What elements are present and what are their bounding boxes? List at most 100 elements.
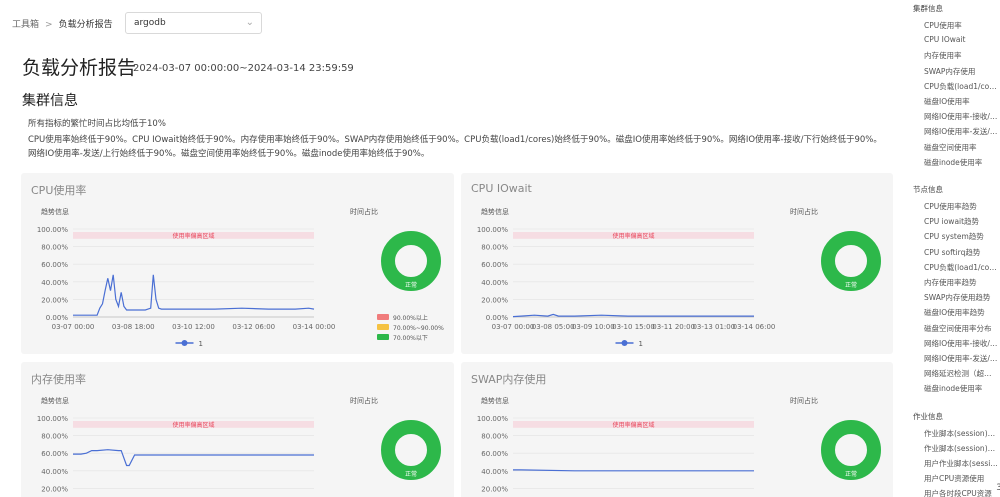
y-tick-label: 60.00%	[41, 261, 68, 269]
y-tick-label: 80.00%	[481, 433, 508, 441]
donut-label: 正常	[845, 281, 857, 289]
y-tick-label: 100.00%	[37, 226, 68, 234]
sidebar-item[interactable]: 磁盘空间使用率分布	[924, 323, 998, 334]
sidebar-item[interactable]: 内存使用率趋势	[924, 277, 998, 288]
series-line	[512, 313, 754, 318]
breadcrumb: 工具箱 > 负载分析报告	[12, 17, 113, 30]
cluster-select[interactable]: argodb ⌄	[125, 12, 262, 34]
sidebar-item[interactable]: CPU system趋势	[924, 231, 998, 242]
sidebar-item[interactable]: 磁盘空间使用率	[924, 142, 998, 153]
sidebar-item[interactable]: 网络延迟检测（超时）	[924, 368, 998, 379]
sidebar-item[interactable]: 内存使用率	[924, 50, 998, 61]
band-label: 使用率偏高区域	[172, 232, 214, 240]
cluster-select-value: argodb	[134, 18, 166, 28]
sidebar-item[interactable]: 用户各时段CPU资源	[924, 488, 998, 497]
sidebar-item[interactable]: CPU softirq趋势	[924, 247, 998, 258]
x-tick-label: 03-07 00:00	[492, 323, 535, 331]
chart-svg: 趋势信息 时间占比 20.00% 40.00% 60.00% 80.00% 100.00% 使…	[37, 396, 441, 493]
cluster-section-title: 集群信息	[22, 93, 78, 109]
y-tick-label: 40.00%	[41, 468, 68, 476]
series-line	[73, 274, 315, 316]
pie-legend-swatch	[377, 314, 389, 320]
x-tick-label: 03-10 15:00	[612, 323, 655, 331]
y-tick-label: 80.00%	[41, 433, 68, 441]
pie-legend-label: 90.00%以上	[393, 314, 428, 322]
chart-card-memory-usage: 内存使用率 趋势信息 时间占比 20.00% 40.00% 60.00% 80.00% 10…	[21, 362, 454, 497]
breadcrumb-current: 负载分析报告	[58, 20, 113, 30]
donut-label: 正常	[405, 281, 417, 289]
y-tick-label: 20.00%	[41, 485, 68, 493]
sidebar-item[interactable]: 作业脚本(session)分布	[924, 443, 998, 454]
donut-label: 正常	[405, 470, 417, 478]
sidebar-item[interactable]: CPU使用率趋势	[924, 201, 998, 212]
y-tick-label: 20.00%	[481, 296, 508, 304]
chart-card-cpu-usage: CPU使用率 趋势信息 时间占比 0.00% 20.00% 40.00% 60.00% 80…	[21, 173, 454, 354]
sidebar-group-title: 节点信息	[913, 185, 943, 194]
sidebar-item[interactable]: CPU负载(load1/cores)	[924, 262, 998, 273]
trend-label: 趋势信息	[481, 207, 509, 216]
pie-slice	[381, 420, 441, 480]
sidebar-item[interactable]: CPU负载(load1/cores)	[924, 81, 998, 92]
series-line	[73, 449, 314, 467]
pie-legend-swatch	[377, 324, 389, 330]
y-tick-label: 100.00%	[477, 415, 508, 423]
sidebar-item[interactable]: 磁盘inode使用率	[924, 383, 998, 394]
sidebar-item[interactable]: 用户作业脚本(session)	[924, 458, 998, 469]
sidebar-item[interactable]: 网络IO使用率-接收/下行	[924, 111, 998, 122]
x-tick-label: 03-11 20:00	[652, 323, 695, 331]
sidebar-item[interactable]: SWAP内存使用	[924, 66, 998, 77]
report-time-range: 2024-03-07 00:00:00~2024-03-14 23:59:59	[133, 63, 354, 74]
trend-label: 趋势信息	[41, 207, 69, 216]
series-line	[513, 469, 754, 472]
breadcrumb-root[interactable]: 工具箱	[12, 20, 39, 30]
y-tick-label: 60.00%	[41, 450, 68, 458]
main-content: 工具箱 > 负载分析报告 argodb ⌄ 负载分析报告 2024-03-07 00…	[0, 0, 905, 497]
y-tick-label: 0.00%	[486, 314, 509, 322]
breadcrumb-separator: >	[45, 20, 53, 30]
pie-legend-label: 70.00%~90.00%	[393, 325, 444, 332]
pie-slice	[821, 420, 881, 480]
sidebar-item[interactable]: 作业脚本(session)分布	[924, 428, 998, 439]
sidebar-item[interactable]: SWAP内存使用趋势	[924, 292, 998, 303]
sidebar-item[interactable]: CPU使用率	[924, 20, 998, 31]
pie-slice	[821, 231, 881, 291]
legend-marker	[621, 340, 628, 346]
x-tick-label: 03-13 01:00	[692, 323, 735, 331]
page-title: 负载分析报告	[22, 57, 137, 79]
x-tick-label: 03-08 05:00	[532, 323, 575, 331]
sidebar-group-title: 作业信息	[913, 411, 943, 421]
chart-svg: 趋势信息 时间占比 0.00% 20.00% 40.00% 60.00% 80.00% 100…	[37, 207, 444, 348]
chart-svg: 趋势信息 时间占比 20.00% 40.00% 60.00% 80.00% 100.00% 使…	[477, 396, 881, 493]
sidebar-item[interactable]: 网络IO使用率-发送/上行	[924, 126, 998, 137]
band-label: 使用率偏高区域	[612, 232, 654, 240]
band-label: 使用率偏高区域	[172, 421, 214, 429]
sidebar-item[interactable]: 磁盘IO使用率	[924, 96, 998, 107]
x-tick-label: 03-14 06:00	[733, 323, 776, 331]
sidebar-item[interactable]: 用户CPU资源使用	[924, 473, 998, 484]
time-share-label: 时间占比	[350, 207, 378, 216]
cluster-detail: CPU使用率始终低于90%。CPU IOwait始终低于90%。内存使用率始终低…	[28, 135, 882, 159]
y-tick-label: 100.00%	[477, 226, 508, 234]
sidebar-item[interactable]: 磁盘IO使用率趋势	[924, 307, 998, 318]
x-tick-label: 03-09 10:00	[572, 323, 615, 331]
x-tick-label: 03-12 06:00	[232, 323, 275, 331]
chart-card-swap-usage: SWAP内存使用 趋势信息 时间占比 20.00% 40.00% 60.00% 80.00…	[461, 362, 893, 497]
cluster-summary: 所有指标的繁忙时间占比均低于10%	[28, 119, 166, 129]
chart-card-cpu-iowait: CPU IOwait 趋势信息 时间占比 0.00% 20.00% 40.00% 60.0…	[461, 173, 893, 354]
y-tick-label: 100.00%	[37, 415, 68, 423]
y-tick-label: 40.00%	[481, 468, 508, 476]
y-tick-label: 60.00%	[481, 450, 508, 458]
sidebar-item[interactable]: 磁盘inode使用率	[924, 157, 998, 168]
sidebar-nav: 3 集群信息 CPU使用率 CPU IOwait 内存使用率 SWAP内存使用 CPU负载…	[905, 0, 1000, 497]
sidebar-item[interactable]: CPU IOwait	[924, 35, 998, 44]
x-tick-label: 03-07 00:00	[52, 323, 95, 331]
sidebar-group-title: 集群信息	[913, 4, 943, 13]
x-tick-label: 03-14 00:00	[293, 323, 336, 331]
sidebar-item[interactable]: 网络IO使用率-发送/上行	[924, 353, 998, 364]
sidebar-item[interactable]: 网络IO使用率-接收/下行	[924, 338, 998, 349]
pie-slice	[381, 231, 441, 291]
sidebar-item[interactable]: CPU iowait趋势	[924, 216, 998, 227]
donut-label: 正常	[845, 470, 857, 478]
time-share-label: 时间占比	[350, 396, 378, 405]
x-tick-label: 03-08 18:00	[112, 323, 155, 331]
